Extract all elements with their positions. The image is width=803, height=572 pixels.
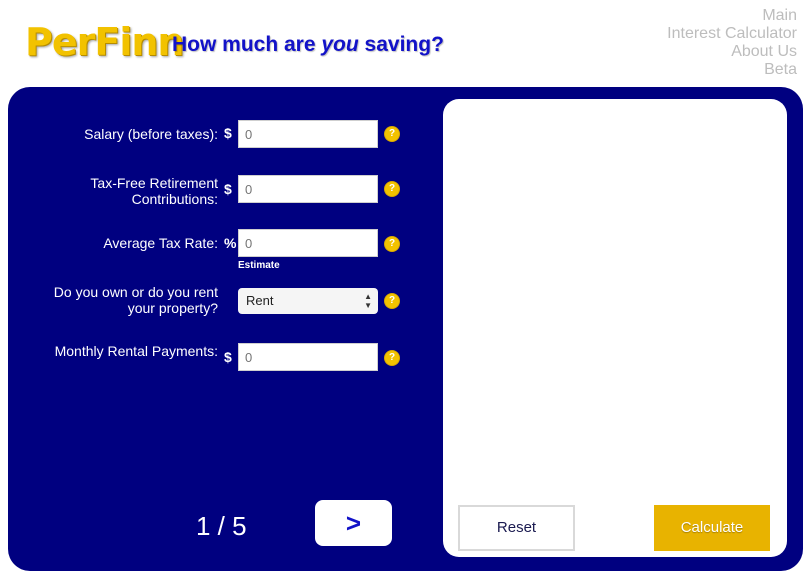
nav-link-main[interactable]: Main	[667, 7, 797, 25]
rental-label: Monthly Rental Payments:	[54, 343, 218, 359]
select-arrows-icon: ▲ ▼	[364, 292, 372, 310]
salary-label: Salary (before taxes):	[84, 126, 218, 142]
retirement-label: Tax-Free Retirement Contributions:	[90, 175, 218, 207]
step-indicator: 1 / 5	[196, 511, 247, 541]
retirement-input[interactable]	[238, 175, 378, 203]
top-nav: Main Interest Calculator About Us Beta	[667, 7, 797, 79]
rental-currency-symbol: $	[224, 349, 232, 365]
reset-button[interactable]: Reset	[458, 505, 575, 551]
property-label: Do you own or do you rent your property?	[53, 284, 218, 316]
next-button[interactable]: >	[315, 500, 392, 546]
salary-currency-symbol: $	[224, 125, 232, 141]
retirement-currency-symbol: $	[224, 181, 232, 197]
retirement-help-icon[interactable]: ?	[385, 182, 399, 196]
property-select[interactable]: Rent ▲ ▼	[238, 288, 378, 314]
salary-help-icon[interactable]: ?	[385, 127, 399, 141]
estimate-hint: Estimate	[238, 260, 280, 271]
results-panel: Reset Calculate	[443, 99, 787, 557]
tax-rate-help-icon[interactable]: ?	[385, 237, 399, 251]
tagline-emphasis: you	[321, 33, 359, 56]
calculate-button[interactable]: Calculate	[654, 505, 770, 551]
tax-rate-label: Average Tax Rate:	[103, 235, 218, 251]
property-help-icon[interactable]: ?	[385, 294, 399, 308]
nav-link-beta[interactable]: Beta	[667, 61, 797, 79]
logo: PerFinn	[25, 20, 184, 64]
tax-rate-input[interactable]	[238, 229, 378, 257]
property-select-value: Rent	[246, 293, 274, 308]
salary-input[interactable]	[238, 120, 378, 148]
nav-link-interest-calculator[interactable]: Interest Calculator	[667, 25, 797, 43]
tax-rate-percent-symbol: %	[224, 235, 237, 251]
calculator-panel: Salary (before taxes): $ ? Tax-Free Reti…	[8, 87, 803, 571]
tagline-suffix: saving?	[358, 33, 444, 56]
rental-help-icon[interactable]: ?	[385, 351, 399, 365]
nav-link-about-us[interactable]: About Us	[667, 43, 797, 61]
rental-input[interactable]	[238, 343, 378, 371]
tagline-prefix: How much are	[172, 33, 322, 56]
page-tagline: How much are you saving?	[172, 33, 444, 57]
